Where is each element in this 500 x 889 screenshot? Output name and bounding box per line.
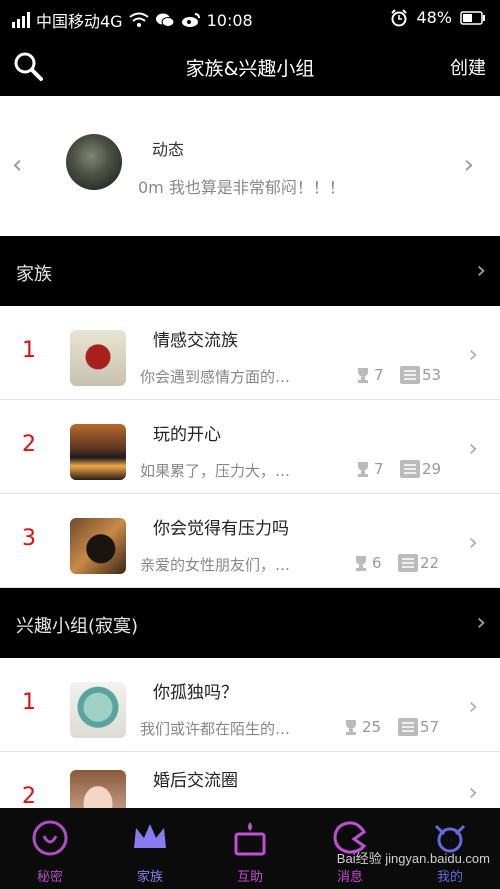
group-name: 你孤独吗？	[153, 683, 238, 703]
crown-icon	[134, 824, 166, 848]
member-count: 25	[342, 718, 381, 736]
feed-text: 0m 我也算是非常郁闷！！！	[138, 178, 345, 197]
avatar	[66, 134, 122, 190]
group-row[interactable]: 1 你孤独吗？ 我们或许都在陌生的… 25 57 ›	[0, 658, 500, 752]
tab-help[interactable]: 互助	[200, 808, 300, 889]
baidu-watermark: Bai经验 jingyan.baidu.com	[336, 851, 490, 866]
tab-label: 秘密	[36, 870, 63, 885]
carrier-label: 中国移动4G	[36, 12, 123, 31]
member-count: 7	[354, 366, 384, 384]
alarm-icon	[391, 8, 408, 26]
feed-label: 动态	[152, 140, 185, 159]
tab-label: 互助	[236, 870, 263, 885]
chevron-right-icon: ›	[468, 528, 478, 556]
family-row[interactable]: 1 情感交流族 你会遇到感情方面的… 7 53 ›	[0, 306, 500, 400]
nav-bar: 家族&兴趣小组 创建	[0, 36, 500, 96]
family-thumbnail	[70, 518, 126, 574]
trophy-icon	[346, 720, 356, 735]
activity-feed-card[interactable]: ‹ 动态 0m 我也算是非常郁闷！！！ ›	[0, 96, 500, 236]
chevron-right-icon: ›	[476, 256, 486, 284]
chevron-left-icon[interactable]: ‹	[12, 150, 22, 180]
group-row[interactable]: 2 婚后交流圈 ›	[0, 752, 500, 808]
family-row[interactable]: 2 玩的开心 如果累了，压力大，… 7 29 ›	[0, 400, 500, 494]
chevron-right-icon: ›	[468, 778, 478, 806]
post-count: 57	[398, 718, 439, 736]
families-section-header[interactable]: 家族 ›	[0, 236, 500, 306]
trophy-icon	[358, 368, 368, 383]
rank-number: 3	[22, 526, 36, 551]
signal-icon	[12, 12, 30, 28]
weibo-icon	[181, 13, 200, 27]
mask-icon	[32, 820, 68, 856]
tab-secret[interactable]: 秘密	[0, 808, 100, 889]
family-name: 玩的开心	[153, 425, 221, 445]
chevron-right-icon: ›	[476, 608, 486, 636]
rank-number: 1	[22, 690, 36, 715]
chevron-right-icon: ›	[468, 434, 478, 462]
wechat-icon	[155, 13, 175, 27]
list-icon	[400, 366, 420, 384]
chevron-right-icon[interactable]: ›	[464, 150, 474, 180]
tab-label: 我的	[436, 870, 463, 885]
candle-icon	[234, 822, 266, 856]
family-desc: 你会遇到感情方面的…	[140, 368, 291, 386]
chevron-right-icon: ›	[468, 340, 478, 368]
list-icon	[398, 554, 418, 572]
status-bar: 中国移动4G 10:08 48%	[0, 0, 500, 36]
tab-label: 消息	[336, 870, 363, 885]
group-thumbnail	[70, 682, 126, 738]
group-name: 婚后交流圈	[153, 771, 238, 791]
group-desc: 我们或许都在陌生的…	[140, 720, 291, 738]
page-title: 家族&兴趣小组	[185, 58, 315, 80]
family-name: 情感交流族	[153, 331, 238, 351]
battery-percent: 48%	[416, 8, 452, 27]
post-count: 53	[400, 366, 441, 384]
groups-section-header[interactable]: 兴趣小组(寂寞) ›	[0, 588, 500, 658]
tab-label: 家族	[136, 870, 163, 885]
family-desc: 亲爱的女性朋友们，…	[140, 556, 291, 574]
rank-number: 2	[22, 784, 36, 808]
member-count: 6	[352, 554, 382, 572]
list-icon	[400, 460, 420, 478]
chevron-right-icon: ›	[468, 692, 478, 720]
rank-number: 2	[22, 432, 36, 457]
trophy-icon	[358, 462, 368, 477]
trophy-icon	[356, 556, 366, 571]
section-title: 兴趣小组(寂寞)	[16, 616, 139, 637]
clock: 10:08	[206, 10, 253, 30]
battery-icon	[460, 10, 485, 25]
tab-family[interactable]: 家族	[100, 808, 200, 889]
rank-number: 1	[22, 338, 36, 363]
group-thumbnail	[70, 770, 126, 808]
create-button[interactable]: 创建	[450, 54, 486, 80]
family-desc: 如果累了，压力大，…	[140, 462, 291, 480]
post-count: 29	[400, 460, 441, 478]
family-thumbnail	[70, 330, 126, 386]
list-icon	[398, 718, 418, 736]
family-row[interactable]: 3 你会觉得有压力吗 亲爱的女性朋友们，… 6 22 ›	[0, 494, 500, 588]
family-thumbnail	[70, 424, 126, 480]
wifi-icon	[128, 12, 149, 27]
member-count: 7	[354, 460, 384, 478]
family-name: 你会觉得有压力吗	[153, 519, 289, 539]
post-count: 22	[398, 554, 439, 572]
section-title: 家族	[16, 264, 52, 285]
